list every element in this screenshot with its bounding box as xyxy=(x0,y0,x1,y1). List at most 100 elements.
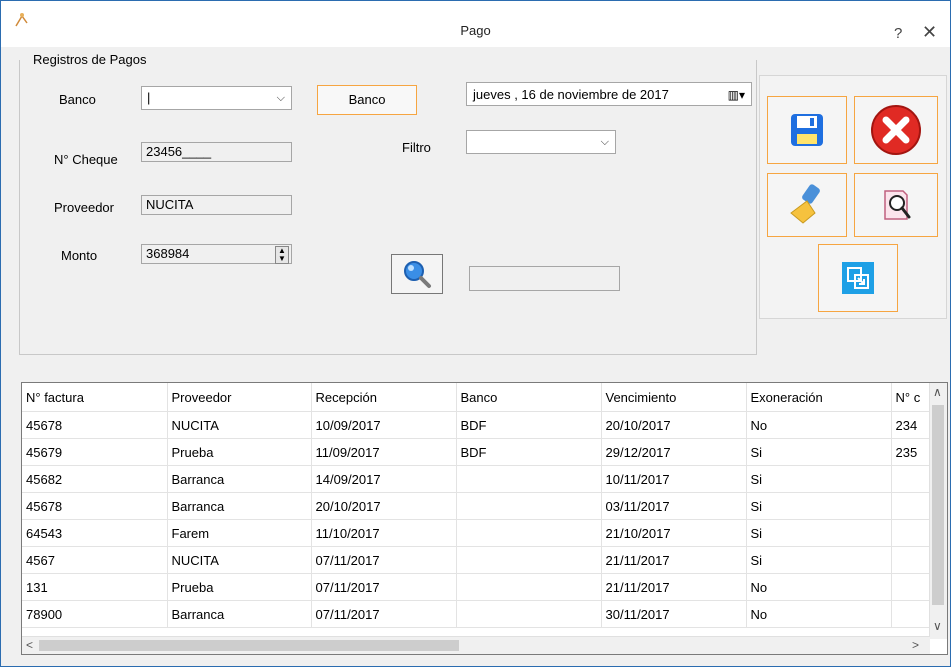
cell-factura[interactable]: 64543 xyxy=(22,519,168,547)
monto-label: Monto xyxy=(61,248,98,263)
export-button[interactable] xyxy=(818,244,898,312)
cell-exoneracion[interactable]: No xyxy=(746,600,892,628)
preview-button[interactable] xyxy=(854,173,938,237)
cell-banco[interactable] xyxy=(456,546,602,574)
cell-factura[interactable]: 45679 xyxy=(22,438,168,466)
calendar-dropdown-icon[interactable]: ▥▾ xyxy=(728,88,745,102)
cell-proveedor[interactable]: Barranca xyxy=(167,600,312,628)
vertical-scrollbar[interactable]: ∧ ∨ xyxy=(929,383,947,639)
table-row[interactable]: 78900 Barranca 07/11/2017 30/11/2017 No xyxy=(22,600,947,628)
help-button[interactable]: ? xyxy=(894,25,902,42)
cell-recepcion[interactable]: 20/10/2017 xyxy=(311,492,457,520)
payments-grid[interactable]: N° factura Proveedor Recepción Banco Ven… xyxy=(21,382,948,655)
cell-banco[interactable]: BDF xyxy=(456,411,602,439)
horizontal-scrollbar[interactable]: < > xyxy=(22,636,930,654)
column-header[interactable]: N° factura xyxy=(22,383,168,412)
cell-exoneracion[interactable]: No xyxy=(746,573,892,601)
cell-vencimiento[interactable]: 10/11/2017 xyxy=(601,465,747,493)
save-button[interactable] xyxy=(767,96,847,164)
cell-vencimiento[interactable]: 03/11/2017 xyxy=(601,492,747,520)
search-input[interactable] xyxy=(469,266,620,291)
cell-recepcion[interactable]: 11/10/2017 xyxy=(311,519,457,547)
window-title: Pago xyxy=(460,23,491,38)
payments-table: N° factura Proveedor Recepción Banco Ven… xyxy=(22,383,947,628)
search-button[interactable] xyxy=(391,254,443,294)
cell-vencimiento[interactable]: 21/11/2017 xyxy=(601,546,747,574)
cell-exoneracion[interactable]: No xyxy=(746,411,892,439)
column-header[interactable]: Exoneración xyxy=(746,383,892,412)
cell-proveedor[interactable]: NUCITA xyxy=(167,546,312,574)
banco-button[interactable]: Banco xyxy=(317,85,417,115)
cell-recepcion[interactable]: 07/11/2017 xyxy=(311,600,457,628)
column-header[interactable]: Proveedor xyxy=(167,383,312,412)
payment-window: Pago ? ✕ Registros de Pagos Banco | ⌵ Ba… xyxy=(0,0,951,667)
table-row[interactable]: 45679 Prueba 11/09/2017 BDF 29/12/2017 S… xyxy=(22,438,947,466)
scroll-down-icon[interactable]: ∨ xyxy=(933,619,942,633)
cell-banco[interactable] xyxy=(456,573,602,601)
proveedor-input[interactable]: NUCITA xyxy=(141,195,292,215)
cell-exoneracion[interactable]: Si xyxy=(746,465,892,493)
monto-input[interactable]: 368984 xyxy=(141,244,292,264)
filtro-combobox[interactable]: ⌵ xyxy=(466,130,616,154)
cell-banco[interactable] xyxy=(456,465,602,493)
table-row[interactable]: 45682 Barranca 14/09/2017 10/11/2017 Si xyxy=(22,465,947,493)
cancel-button[interactable] xyxy=(854,96,938,164)
monto-spinner[interactable]: ▲ ▼ xyxy=(275,246,289,264)
cell-proveedor[interactable]: Prueba xyxy=(167,573,312,601)
cell-proveedor[interactable]: NUCITA xyxy=(167,411,312,439)
export-icon xyxy=(842,262,874,294)
cell-recepcion[interactable]: 07/11/2017 xyxy=(311,573,457,601)
column-header[interactable]: Vencimiento xyxy=(601,383,747,412)
cell-factura[interactable]: 45678 xyxy=(22,492,168,520)
cell-vencimiento[interactable]: 21/10/2017 xyxy=(601,519,747,547)
cell-exoneracion[interactable]: Si xyxy=(746,519,892,547)
vertical-scroll-thumb[interactable] xyxy=(932,405,944,605)
scroll-right-icon[interactable]: > xyxy=(912,638,919,652)
cell-factura[interactable]: 78900 xyxy=(22,600,168,628)
table-row[interactable]: 45678 Barranca 20/10/2017 03/11/2017 Si xyxy=(22,492,947,520)
cell-exoneracion[interactable]: Si xyxy=(746,438,892,466)
banco-combobox[interactable]: | ⌵ xyxy=(141,86,292,110)
cell-vencimiento[interactable]: 20/10/2017 xyxy=(601,411,747,439)
cell-banco[interactable] xyxy=(456,492,602,520)
cell-banco[interactable] xyxy=(456,600,602,628)
cell-banco[interactable]: BDF xyxy=(456,438,602,466)
date-picker[interactable]: jueves , 16 de noviembre de 2017 ▥▾ xyxy=(466,82,752,106)
cell-vencimiento[interactable]: 21/11/2017 xyxy=(601,573,747,601)
cheque-label: N° Cheque xyxy=(54,152,118,167)
scroll-left-icon[interactable]: < xyxy=(26,638,33,652)
cell-recepcion[interactable]: 14/09/2017 xyxy=(311,465,457,493)
column-header[interactable]: Recepción xyxy=(311,383,457,412)
cell-proveedor[interactable]: Prueba xyxy=(167,438,312,466)
cell-banco[interactable] xyxy=(456,519,602,547)
scroll-up-icon[interactable]: ∧ xyxy=(933,385,942,399)
table-row[interactable]: 131 Prueba 07/11/2017 21/11/2017 No xyxy=(22,573,947,601)
cell-factura[interactable]: 4567 xyxy=(22,546,168,574)
clear-button[interactable] xyxy=(767,173,847,237)
cell-exoneracion[interactable]: Si xyxy=(746,492,892,520)
banco-label: Banco xyxy=(59,92,96,107)
cell-vencimiento[interactable]: 30/11/2017 xyxy=(601,600,747,628)
chevron-down-icon: ⌵ xyxy=(600,136,609,148)
table-row[interactable]: 45678 NUCITA 10/09/2017 BDF 20/10/2017 N… xyxy=(22,411,947,439)
cell-proveedor[interactable]: Barranca xyxy=(167,492,312,520)
cell-recepcion[interactable]: 11/09/2017 xyxy=(311,438,457,466)
cell-proveedor[interactable]: Farem xyxy=(167,519,312,547)
cell-recepcion[interactable]: 07/11/2017 xyxy=(311,546,457,574)
table-row[interactable]: 4567 NUCITA 07/11/2017 21/11/2017 Si xyxy=(22,546,947,574)
cell-vencimiento[interactable]: 29/12/2017 xyxy=(601,438,747,466)
horizontal-scroll-thumb[interactable] xyxy=(39,640,459,651)
proveedor-label: Proveedor xyxy=(54,200,114,215)
toolbar-panel xyxy=(759,75,947,319)
cell-recepcion[interactable]: 10/09/2017 xyxy=(311,411,457,439)
cell-factura[interactable]: 45678 xyxy=(22,411,168,439)
cell-exoneracion[interactable]: Si xyxy=(746,546,892,574)
column-header[interactable]: Banco xyxy=(456,383,602,412)
cheque-input[interactable]: 23456____ xyxy=(141,142,292,162)
cell-factura[interactable]: 45682 xyxy=(22,465,168,493)
close-button[interactable]: ✕ xyxy=(922,22,937,43)
table-row[interactable]: 64543 Farem 11/10/2017 21/10/2017 Si xyxy=(22,519,947,547)
cancel-icon xyxy=(871,105,921,155)
cell-factura[interactable]: 131 xyxy=(22,573,168,601)
cell-proveedor[interactable]: Barranca xyxy=(167,465,312,493)
